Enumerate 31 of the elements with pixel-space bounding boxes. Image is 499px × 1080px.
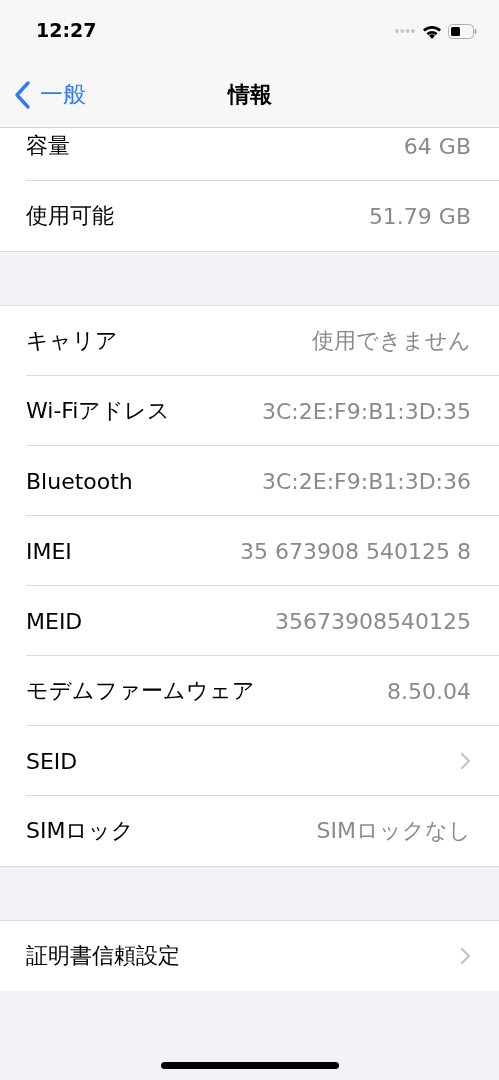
row-label: モデムファームウェア [26,677,255,705]
row-label: キャリア [26,327,118,355]
link-row[interactable]: 証明書信頼設定 [0,921,499,991]
row-label: 使用可能 [26,202,114,230]
battery-icon [448,23,477,39]
row-label: SIMロック [26,817,135,845]
status-time: 12:27 [36,19,97,41]
row-label: 容量 [26,132,70,160]
row-label: SEID [26,748,78,774]
row-value: 8.50.04 [387,678,471,704]
link-row[interactable]: SEID [0,726,499,796]
row-value: 35 673908 540125 8 [240,538,471,564]
chevron-icon [460,947,471,965]
row-value: 51.79 GB [368,203,471,229]
row-value: 35673908540125 [275,608,471,634]
row-label: MEID [26,608,83,634]
row-value: 使用できません [312,327,471,355]
row-value: 64 GB [403,133,471,159]
row-value: 3C:2E:F9:B1:3D:36 [262,468,471,494]
row-value: 3C:2E:F9:B1:3D:35 [262,398,471,424]
row-label: IMEI [26,538,72,564]
wifi-icon [422,23,442,39]
chevron-icon [460,752,471,770]
signal-icon [394,28,416,34]
back-button[interactable]: 一般 [0,79,86,110]
row-label: Bluetooth [26,468,133,494]
row-value: SIMロックなし [316,817,471,845]
back-chevron-icon [14,80,31,109]
nav-title: 情報 [227,80,272,109]
row-label: Wi-Fiアドレス [26,397,171,425]
row-label: 証明書信頼設定 [26,942,180,970]
